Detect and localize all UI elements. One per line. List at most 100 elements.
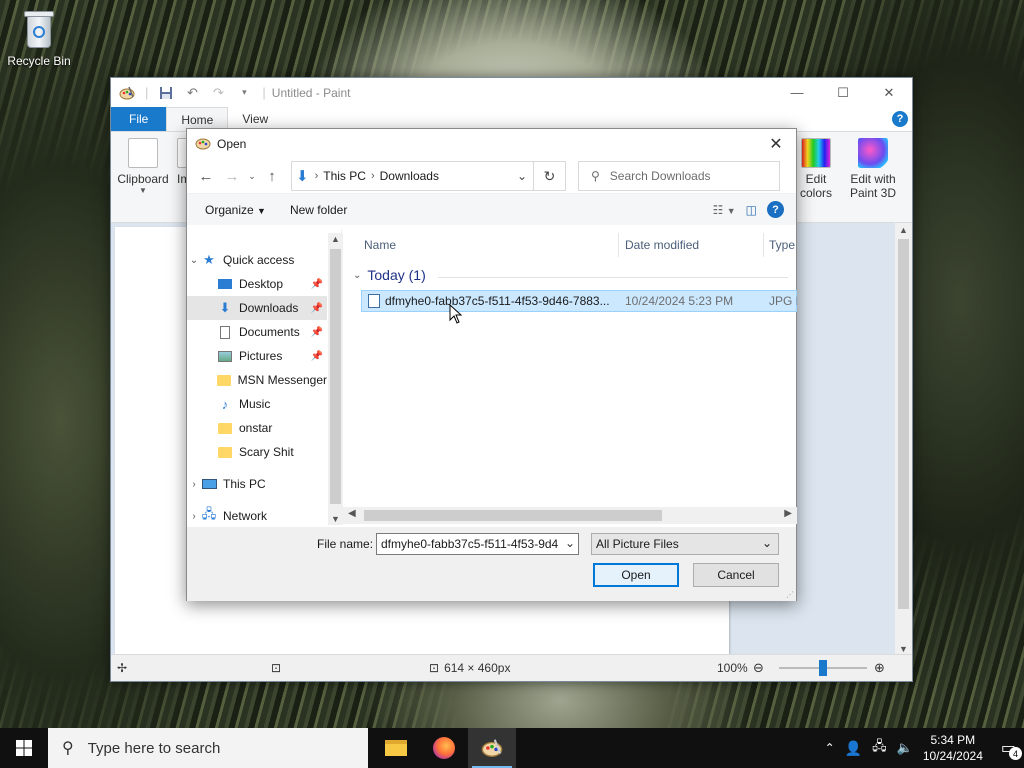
tab-file[interactable]: File [111, 107, 167, 131]
recent-locations-icon[interactable]: ⌄ [245, 163, 259, 189]
nav-pane-scrollbar[interactable]: ▲ ▼ [328, 233, 343, 525]
edit-with-paint3d-button[interactable]: Edit with Paint 3D [845, 138, 901, 200]
address-dropdown-icon[interactable]: ⌄ [511, 169, 533, 183]
nav-item-downloads[interactable]: ⬇ Downloads 📌 [187, 296, 327, 320]
nav-item-desktop[interactable]: Desktop 📌 [187, 272, 327, 296]
notifications-icon[interactable]: ▭ 4 [1001, 738, 1022, 760]
paint3d-label-1: Edit with [850, 172, 896, 186]
cursor-position-icon: ✢ [117, 661, 128, 675]
dialog-close-icon[interactable]: ✕ [756, 134, 796, 154]
nav-item-documents[interactable]: Documents 📌 [187, 320, 327, 344]
resize-grip-icon[interactable]: ⋰ [786, 590, 794, 599]
undo-icon[interactable]: ↶ [184, 85, 200, 101]
recycle-bin-desktop-icon[interactable]: Recycle Bin [6, 6, 72, 68]
help-icon[interactable]: ? [892, 111, 908, 127]
file-type-filter[interactable]: All Picture Files ⌄ [591, 533, 779, 555]
folder-icon [217, 421, 233, 435]
nav-item-music[interactable]: ♪ Music [187, 392, 327, 416]
scroll-up-icon[interactable]: ▲ [331, 234, 340, 244]
start-button[interactable] [0, 728, 48, 768]
nav-item-msn-messenger[interactable]: MSN Messenger [187, 368, 327, 392]
minimize-icon[interactable]: — [774, 78, 820, 107]
hscroll-thumb[interactable] [364, 510, 662, 521]
column-date-modified[interactable]: Date modified [625, 238, 699, 252]
preview-pane-icon[interactable]: ◫ [746, 203, 757, 217]
taskbar-search-box[interactable]: ⚲ Type here to search [48, 728, 368, 768]
view-options-icon[interactable]: ☷ ▼ [713, 203, 736, 217]
chevron-right-icon[interactable]: › [187, 479, 201, 490]
selection-size-icon: ⊡ [271, 661, 282, 675]
mouse-cursor-icon [449, 304, 463, 324]
breadcrumb-this-pc[interactable]: This PC [318, 169, 371, 183]
taskbar-search-placeholder: Type here to search [87, 739, 221, 757]
edit-colors-icon [801, 138, 831, 168]
file-list-horizontal-scrollbar[interactable]: ◀ ▶ [343, 507, 797, 524]
clipboard-group[interactable]: Clipboard ▼ [117, 138, 169, 195]
redo-icon[interactable]: ↷ [210, 85, 226, 101]
scroll-up-icon[interactable]: ▲ [899, 225, 908, 235]
cancel-button[interactable]: Cancel [693, 563, 779, 587]
scroll-down-icon[interactable]: ▼ [331, 514, 340, 524]
nav-item-pictures[interactable]: Pictures 📌 [187, 344, 327, 368]
breadcrumb-downloads[interactable]: Downloads [375, 169, 444, 183]
nav-this-pc[interactable]: › This PC [187, 472, 327, 496]
open-dialog: Open ✕ ← → ⌄ ↑ ⬇ › This PC › Downloads ⌄… [186, 128, 797, 601]
zoom-out-icon[interactable]: ⊖ [753, 660, 764, 676]
forward-icon[interactable]: → [219, 163, 245, 189]
edit-colors-button[interactable]: Edit colors [797, 138, 835, 200]
volume-icon[interactable]: 🔈 [897, 740, 913, 756]
chevron-right-icon[interactable]: › [187, 511, 201, 522]
file-row[interactable]: dfmyhe0-fabb37c5-f511-4f53-9d46-7883... … [361, 290, 797, 312]
clipboard-label: Clipboard [117, 172, 169, 186]
column-type[interactable]: Type [769, 238, 795, 252]
dialog-help-icon[interactable]: ? [767, 201, 784, 218]
file-explorer-taskbar-button[interactable] [372, 728, 420, 768]
canvas-vscroll-thumb[interactable] [898, 239, 909, 609]
file-type: JPG F [769, 294, 797, 308]
organize-button[interactable]: Organize ▼ [197, 203, 274, 217]
people-icon[interactable]: 👤 [845, 740, 862, 757]
chevron-down-icon[interactable]: ⌄ [565, 536, 575, 550]
chevron-down-icon[interactable]: ⌄ [187, 255, 201, 266]
open-button[interactable]: Open [593, 563, 679, 587]
canvas-vertical-scrollbar[interactable]: ▲ ▼ [895, 223, 912, 656]
customize-qat-icon[interactable]: ▾ [236, 85, 252, 101]
nav-network[interactable]: › 🖧 Network [187, 504, 327, 525]
system-tray: ⌃ 👤 🖧 🔈 5:34 PM 10/24/2024 ▭ 4 [825, 732, 1024, 764]
pin-icon: 📌 [310, 278, 323, 290]
firefox-taskbar-button[interactable] [420, 728, 468, 768]
zoom-slider-thumb[interactable] [819, 660, 827, 676]
new-folder-button[interactable]: New folder [282, 203, 355, 217]
nav-quick-access[interactable]: ⌄ ★ Quick access [187, 248, 327, 272]
address-bar[interactable]: ⬇ › This PC › Downloads ⌄ [291, 161, 534, 191]
paint-app-icon [119, 85, 135, 101]
show-hidden-icons-icon[interactable]: ⌃ [825, 741, 835, 755]
nav-item-scary-shit[interactable]: Scary Shit [187, 440, 327, 464]
statusbar: ✢ ⊡ ⊡ 614 × 460px 100% ⊖ ⊕ [111, 654, 912, 681]
windows-logo-icon [16, 740, 32, 756]
pin-icon: 📌 [310, 350, 323, 362]
nav-scroll-thumb[interactable] [330, 249, 341, 504]
zoom-in-icon[interactable]: ⊕ [874, 660, 885, 676]
taskbar-clock[interactable]: 5:34 PM 10/24/2024 [923, 732, 983, 764]
column-name[interactable]: Name [364, 238, 396, 252]
search-box[interactable]: ⚲ Search Downloads [578, 161, 780, 191]
file-name-input[interactable]: dfmyhe0-fabb37c5-f511-4f53-9d4 ⌄ [376, 533, 579, 555]
jpg-file-icon [368, 294, 380, 308]
save-icon[interactable] [158, 85, 174, 101]
search-placeholder: Search Downloads [609, 169, 711, 183]
file-name-label: File name: [317, 537, 374, 551]
network-status-icon[interactable]: 🖧 [872, 737, 887, 759]
back-icon[interactable]: ← [193, 163, 219, 189]
nav-item-onstar[interactable]: onstar [187, 416, 327, 440]
paint-taskbar-button[interactable] [468, 728, 516, 768]
zoom-level: 100% [717, 661, 748, 675]
refresh-icon[interactable]: ↻ [534, 161, 566, 191]
group-header-today[interactable]: ⌄ Today (1) [353, 267, 426, 283]
up-icon[interactable]: ↑ [259, 163, 285, 189]
scroll-left-icon[interactable]: ◀ [348, 508, 356, 519]
scroll-down-icon[interactable]: ▼ [899, 644, 908, 654]
scroll-right-icon[interactable]: ▶ [784, 508, 792, 519]
maximize-icon[interactable]: ☐ [820, 78, 866, 107]
close-icon[interactable]: ✕ [866, 78, 912, 107]
